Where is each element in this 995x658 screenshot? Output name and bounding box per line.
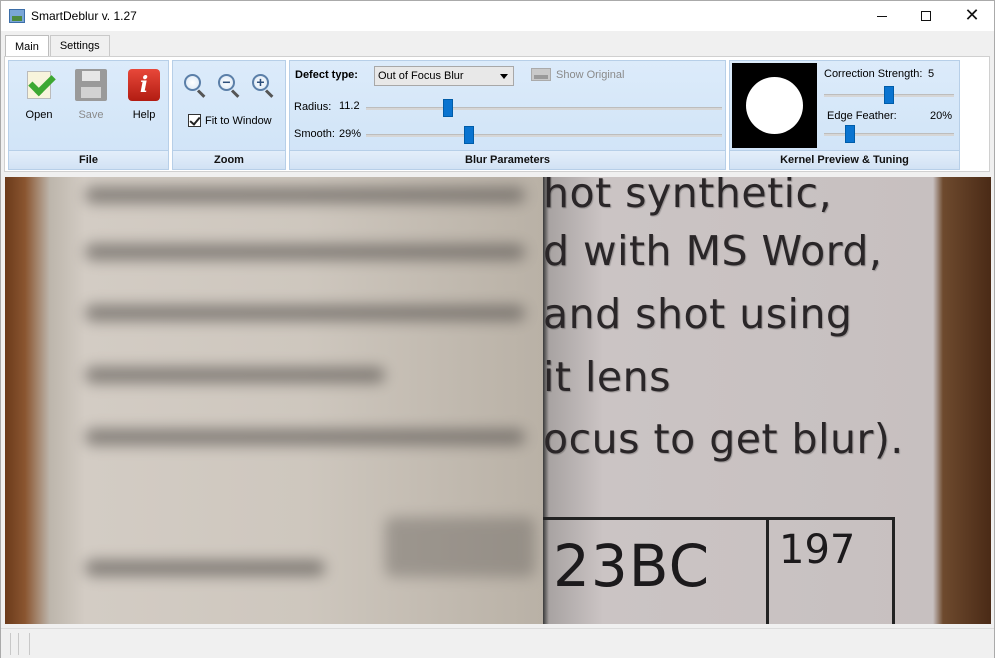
minimize-button[interactable] [859,1,905,31]
smooth-slider[interactable] [366,125,722,145]
ribbon-tabs: Main Settings [5,35,111,57]
fit-to-window-label: Fit to Window [205,114,272,127]
zoom-group-title: Zoom [173,150,285,169]
blur-parameters-group: Defect type: Out of Focus Blur Show Orig… [289,60,726,170]
correction-strength-label: Correction Strength: [824,68,923,80]
radius-slider[interactable] [366,98,722,118]
close-icon: ✕ [964,5,980,26]
file-group: Open Save i Help File [8,60,169,170]
image-text-line: hot synthetic, [543,177,833,217]
maximize-button[interactable] [903,1,949,31]
picture-icon [531,68,551,81]
kernel-group: Correction Strength: 5 Edge Feather: 20%… [729,60,960,170]
title-bar: SmartDeblur v. 1.27 ✕ [1,1,994,31]
radius-value: 11.2 [339,100,360,112]
help-button[interactable]: i Help [122,69,166,121]
blur-group-title: Blur Parameters [290,150,725,169]
file-group-title: File [9,150,168,169]
ribbon: Open Save i Help File − + Fit to Window … [4,56,990,172]
defect-type-select[interactable]: Out of Focus Blur [374,66,514,86]
show-original-button[interactable]: Show Original [531,68,624,81]
open-label: Open [25,109,53,121]
maximize-icon [921,11,931,21]
open-button[interactable]: Open [17,69,61,121]
zoom-group: − + Fit to Window Zoom [172,60,286,170]
status-bar [1,628,994,658]
minimize-icon [877,15,887,17]
dropdown-arrow-icon [500,74,508,79]
feather-slider-thumb[interactable] [845,125,855,143]
image-text-line: and shot using [543,290,853,338]
zoom-out-button[interactable]: − [216,73,242,99]
image-text-line: ocus to get blur). [543,415,904,463]
tab-settings[interactable]: Settings [49,35,110,56]
tab-main[interactable]: Main [5,35,49,57]
smooth-value: 29% [339,128,362,140]
correction-strength-slider[interactable] [824,85,954,105]
window-title: SmartDeblur v. 1.27 [31,9,137,23]
smooth-label: Smooth: [294,128,335,140]
smooth-slider-thumb[interactable] [464,126,475,144]
save-floppy-icon [75,69,107,101]
show-original-label: Show Original [556,68,625,81]
open-check-icon [23,69,55,101]
edge-feather-value: 20% [930,110,953,122]
radius-slider-thumb[interactable] [442,99,453,117]
help-label: Help [132,109,156,121]
defect-type-label: Defect type: [295,69,358,81]
strength-slider-thumb[interactable] [884,86,894,104]
deblurred-image-half: hot synthetic, d with MS Word, and shot … [543,177,991,624]
image-code-small: 197 [779,527,856,573]
blurred-image-half [5,177,543,624]
app-logo-icon [9,9,25,23]
image-preview-area[interactable]: hot synthetic, d with MS Word, and shot … [5,177,991,624]
close-button[interactable]: ✕ [949,1,995,31]
app-window: SmartDeblur v. 1.27 ✕ Main Settings Open… [0,0,995,658]
save-label: Save [78,109,104,121]
kernel-preview [732,63,817,148]
save-button[interactable]: Save [69,69,113,121]
zoom-fit-button[interactable] [182,73,208,99]
fit-to-window-checkbox[interactable]: Fit to Window [188,114,272,127]
edge-feather-label: Edge Feather: [827,110,897,122]
checkbox-checked-icon[interactable] [188,114,201,127]
edge-feather-slider[interactable] [824,124,954,144]
kernel-disk [746,77,803,134]
kernel-group-title: Kernel Preview & Tuning [730,150,959,169]
image-code-big: 23BC [553,532,711,600]
defect-type-value: Out of Focus Blur [378,70,464,82]
help-info-icon: i [128,69,160,101]
radius-label: Radius: [294,101,332,113]
correction-strength-value: 5 [928,68,935,80]
image-text-line: it lens [543,353,671,401]
zoom-in-button[interactable]: + [250,73,276,99]
image-text-line: d with MS Word, [543,227,883,275]
